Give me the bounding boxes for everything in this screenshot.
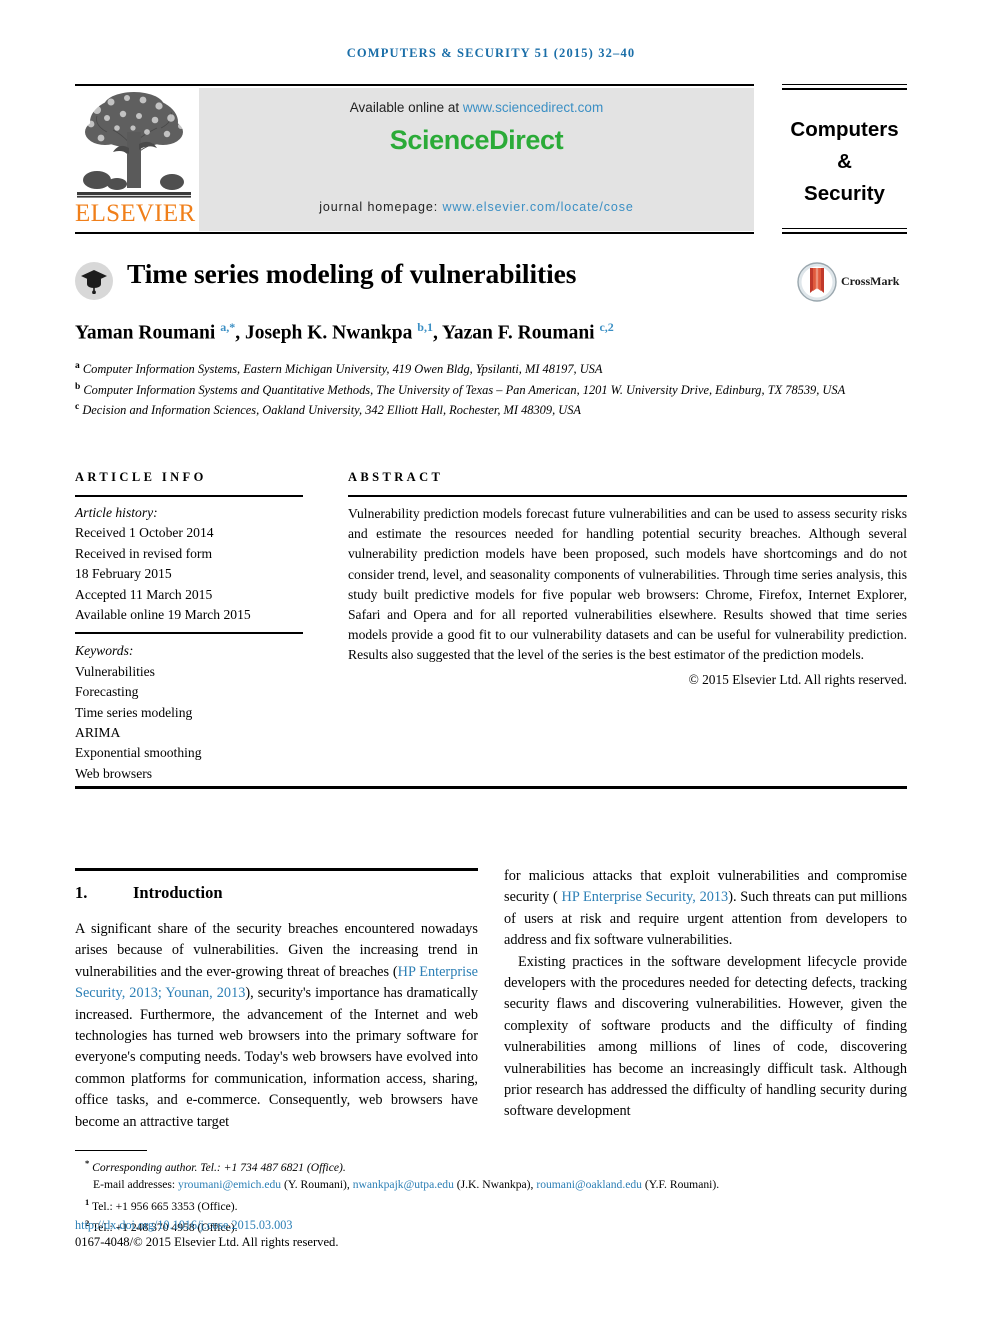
body-column-left: 1. Introduction A significant share of th… (75, 876, 478, 1133)
introduction-paragraph-1-left: A significant share of the security brea… (75, 919, 478, 1133)
email-owner-1: (Y. Roumani), (284, 1178, 350, 1192)
keyword-item: Time series modeling (75, 704, 193, 720)
affiliation-list: a Computer Information Systems, Eastern … (75, 358, 907, 420)
article-info-column: ARTICLE INFO Article history: Received 1… (75, 470, 303, 784)
footnote-1: 1 Tel.: +1 956 665 3353 (Office). (75, 1194, 915, 1215)
email-label: E-mail addresses: (93, 1178, 176, 1192)
publisher-header-band: ELSEVIER Available online at www.science… (75, 86, 754, 233)
introduction-continuation-right: for malicious attacks that exploit vulne… (504, 866, 907, 1123)
crossmark-label: CrossMark (841, 274, 900, 288)
body-text-run: ), security's importance has dramaticall… (75, 985, 478, 1130)
graduation-cap-icon (75, 262, 113, 300)
running-head: COMPUTERS & SECURITY 51 (2015) 32–40 (346, 46, 636, 60)
sciencedirect-banner: Available online at www.sciencedirect.co… (199, 88, 754, 231)
available-online-line: Available online at www.sciencedirect.co… (199, 100, 754, 115)
section-number: 1. (75, 883, 88, 902)
paragraph: A significant share of the security brea… (75, 919, 478, 1133)
author-marker-a: a,* (220, 320, 236, 334)
affiliation-text: Computer Information Systems, Eastern Mi… (82, 362, 603, 377)
email-link-1[interactable]: yroumani@emich.edu (178, 1178, 281, 1191)
email-link-3[interactable]: roumani@oakland.edu (536, 1178, 642, 1191)
journal-homepage-line: journal homepage: www.elsevier.com/locat… (199, 200, 754, 214)
affiliation-marker: a (75, 361, 80, 371)
keyword-item: ARIMA (75, 725, 121, 741)
corresponding-author-text: Corresponding author. Tel.: +1 734 487 6… (92, 1160, 346, 1174)
journal-name-line-3: Security (804, 182, 885, 205)
introduction-heading: 1. Introduction (75, 876, 478, 919)
section-title: Introduction (133, 883, 223, 902)
elsevier-wordmark: ELSEVIER (75, 200, 196, 227)
keywords-block: Keywords: Vulnerabilities Forecasting Ti… (75, 634, 303, 784)
article-history-item: Received 1 October 2014 (75, 525, 214, 541)
email-owner-3: (Y.F. Roumani). (644, 1178, 720, 1192)
page-title: Time series modeling of vulnerabilities (127, 258, 577, 289)
abstract-column: ABSTRACT Vulnerability prediction models… (348, 470, 907, 688)
introduction-heading-rule (75, 868, 478, 871)
abstract-text: Vulnerability prediction models forecast… (348, 506, 907, 663)
journal-homepage-label: journal homepage: (319, 200, 443, 214)
article-info-label: ARTICLE INFO (75, 470, 207, 484)
email-link-2[interactable]: nwankpajk@utpa.edu (353, 1178, 454, 1191)
journal-block-rule-bottom-thin (782, 228, 907, 229)
article-history-header: Article history: (75, 505, 158, 520)
asterisk-marker: * (85, 1158, 90, 1168)
paragraph-2: Existing practices in the software devel… (504, 953, 907, 1120)
doi-link[interactable]: http://dx.doi.org/10.1016/j.cose.2015.03… (75, 1218, 292, 1233)
issn-copyright-line: 0167-4048/© 2015 Elsevier Ltd. All right… (75, 1235, 339, 1249)
sciencedirect-url-link[interactable]: www.sciencedirect.com (463, 100, 603, 115)
article-history-item: Accepted 11 March 2015 (75, 586, 213, 602)
journal-name-block: Computers & Security (782, 84, 907, 234)
article-history-item: 18 February 2015 (75, 566, 172, 582)
affiliation-item: b Computer Information Systems and Quant… (75, 379, 907, 400)
affiliation-marker: b (75, 381, 81, 392)
email-owner-2: (J.K. Nwankpa), (456, 1178, 534, 1192)
paragraph-continuation: for malicious attacks that exploit vulne… (504, 866, 907, 952)
corresponding-author-note: * Corresponding author. Tel.: +1 734 487… (75, 1155, 915, 1176)
article-history-block: Article history: Received 1 October 2014… (75, 497, 303, 632)
citation-link[interactable]: HP Enterprise Security, 2013 (562, 889, 729, 905)
footnote-marker-1: 1 (85, 1196, 90, 1207)
section-divider-rule (75, 786, 907, 789)
keyword-item: Vulnerabilities (75, 663, 155, 679)
header-bottom-rule (75, 232, 754, 234)
affiliation-text: Decision and Information Sciences, Oakla… (82, 403, 581, 418)
keyword-item: Web browsers (75, 765, 153, 781)
article-history-item: Received in revised form (75, 545, 213, 561)
affiliation-marker: c (75, 402, 80, 413)
journal-block-rule-bottom-thick (782, 232, 907, 234)
footnote-rule (75, 1150, 147, 1151)
elsevier-logo: ELSEVIER (75, 88, 195, 233)
title-row: Time series modeling of vulnerabilities … (75, 258, 907, 314)
author-marker-b: b,1 (417, 320, 433, 334)
keywords-header: Keywords: (75, 643, 134, 659)
journal-name-line-2: & (837, 150, 852, 173)
sciencedirect-wordmark: ScienceDirect (389, 125, 564, 155)
journal-homepage-link[interactable]: www.elsevier.com/locate/cose (442, 200, 633, 214)
journal-block-rule-top-thick (782, 88, 907, 90)
crossmark-icon (797, 262, 837, 302)
body-column-right: for malicious attacks that exploit vulne… (504, 866, 907, 1123)
keyword-item: Exponential smoothing (75, 745, 202, 761)
email-addresses-note: E-mail addresses: yroumani@emich.edu (Y.… (75, 1176, 915, 1193)
footnote-1-text: Tel.: +1 956 665 3353 (Office). (91, 1199, 238, 1213)
abstract-copyright: © 2015 Elsevier Ltd. All rights reserved… (688, 671, 907, 687)
keyword-item: Forecasting (75, 684, 139, 700)
affiliation-item: c Decision and Information Sciences, Oak… (75, 399, 907, 420)
author-marker-c: c,2 (599, 320, 614, 334)
crossmark-badge: CrossMark (797, 262, 907, 304)
journal-name-line-1: Computers (790, 118, 899, 141)
available-online-text: Available online at (349, 100, 463, 115)
affiliation-text: Computer Information Systems and Quantit… (83, 382, 846, 397)
author-list: Yaman Roumani a,*, Joseph K. Nwankpa b,1… (75, 320, 614, 344)
journal-block-rule-top-thin (782, 84, 907, 85)
article-history-item: Available online 19 March 2015 (75, 607, 251, 623)
journal-article-page: COMPUTERS & SECURITY 51 (2015) 32–40 ELS… (0, 0, 992, 1323)
affiliation-item: a Computer Information Systems, Eastern … (75, 358, 907, 379)
elsevier-tree-icon (77, 88, 191, 200)
abstract-label: ABSTRACT (348, 470, 444, 484)
journal-name-text: Computers & Security (782, 114, 907, 210)
